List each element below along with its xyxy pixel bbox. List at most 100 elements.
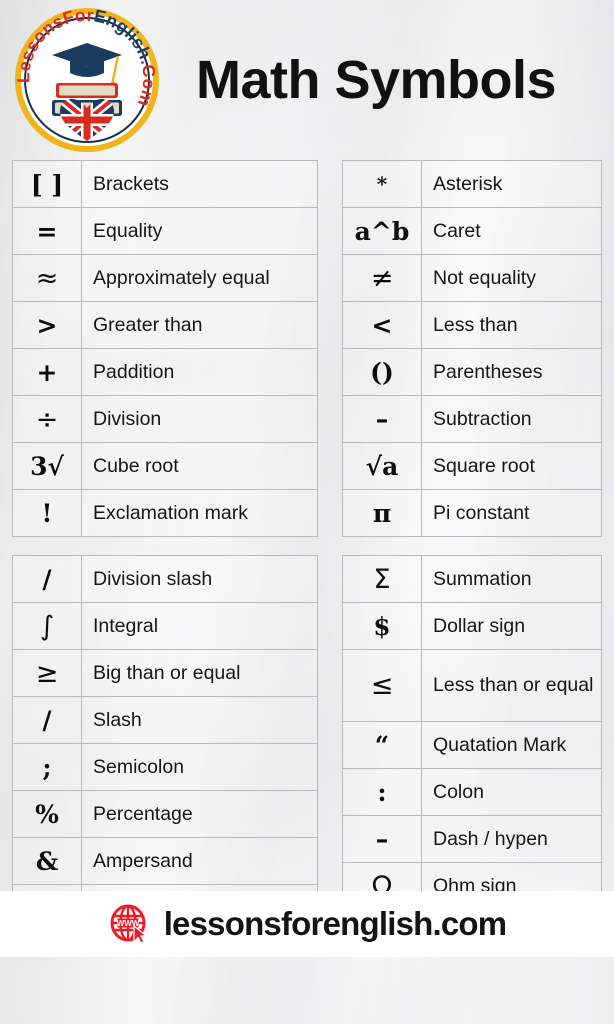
symbol-cell: * — [342, 160, 422, 208]
symbol-cell: – — [342, 815, 422, 863]
symbol-cell: > — [12, 301, 82, 349]
symbol-cell: / — [12, 696, 82, 744]
symbol-description-cell: Paddition — [81, 348, 318, 396]
brand-logo: LessonsForEnglish.Com — [12, 5, 162, 155]
symbol-description-cell: Approximately equal — [81, 254, 318, 302]
footer-site-url: lessonsforenglish.com — [163, 905, 507, 942]
symbol-description-cell: Division — [81, 395, 318, 443]
symbol-description-cell: Asterisk — [421, 160, 602, 208]
symbol-cell: ∫ — [12, 602, 82, 650]
table-section-one-left: [ ] Brackets = Equality ≈ Approximately equal… — [12, 160, 318, 537]
symbol-description-cell: Percentage — [81, 790, 318, 838]
globe-www-text: WWW — [116, 919, 139, 928]
symbol-description-cell: Cube root — [81, 442, 318, 490]
table-row: > Greater than — [12, 301, 318, 349]
symbol-description-cell: Greater than — [81, 301, 318, 349]
table-row: ≥ Big than or equal — [12, 649, 318, 697]
table-row: √a Square root — [342, 442, 602, 490]
table-row: = Equality — [12, 207, 318, 255]
table-row: + Paddition — [12, 348, 318, 396]
symbol-description-cell: Colon — [421, 768, 602, 816]
symbol-cell: + — [12, 348, 82, 396]
page-title: Math Symbols — [195, 50, 557, 110]
symbol-description-cell: Less than — [421, 301, 602, 349]
table-row: – Dash / hypen — [342, 815, 602, 863]
symbol-description-cell: Subtraction — [421, 395, 602, 443]
table-row: ÷ Division — [12, 395, 318, 443]
page-header: LessonsForEnglish.Com Math Symbols — [0, 0, 614, 160]
symbol-cell: < — [342, 301, 422, 349]
table-section-two-left: / Division slash ∫ Integral ≥ Big than or equ… — [12, 555, 318, 932]
symbol-description-cell: Ampersand — [81, 837, 318, 885]
symbol-cell: π — [342, 489, 422, 537]
symbol-cell: ≤ — [342, 649, 422, 722]
table-row: [ ] Brackets — [12, 160, 318, 208]
table-row: ; Semicolon — [12, 743, 318, 791]
symbol-description-cell: Caret — [421, 207, 602, 255]
symbol-cell: ! — [12, 489, 82, 537]
symbol-description-cell: Square root — [421, 442, 602, 490]
symbol-cell: () — [342, 348, 422, 396]
symbol-cell: “ — [342, 721, 422, 769]
table-row: 3√ Cube root — [12, 442, 318, 490]
symbol-description-cell: Dash / hypen — [421, 815, 602, 863]
symbol-description-cell: Semicolon — [81, 743, 318, 791]
page-root: LessonsForEnglish.Com Math Symbols [] B… — [0, 0, 614, 957]
table-row: / Division slash — [12, 555, 318, 603]
symbol-description-cell: Summation — [421, 555, 602, 603]
symbol-cell: a^b — [342, 207, 422, 255]
symbol-description-cell: Slash — [81, 696, 318, 744]
symbol-description-cell: Brackets — [81, 160, 318, 208]
symbol-cell: ; — [12, 743, 82, 791]
table-row: $ Dollar sign — [342, 602, 602, 650]
symbol-description-cell: Equality — [81, 207, 318, 255]
table-row: Σ Summation — [342, 555, 602, 603]
table-row: ≤ Less than or equal — [342, 649, 602, 722]
symbol-cell: % — [12, 790, 82, 838]
globe-cursor-icon: WWW — [108, 902, 152, 946]
table-row: ∫ Integral — [12, 602, 318, 650]
symbol-cell: √a — [342, 442, 422, 490]
symbol-cell: [ ] — [12, 160, 82, 208]
symbol-cell: Σ — [342, 555, 422, 603]
symbol-cell: / — [12, 555, 82, 603]
symbol-cell: & — [12, 837, 82, 885]
table-row: “Quatation Mark — [342, 721, 602, 769]
symbol-description-cell: Pi constant — [421, 489, 602, 537]
page-footer: WWW lessonsforenglish.com — [0, 891, 614, 957]
table-row: () Parentheses — [342, 348, 602, 396]
symbol-description-cell: Less than or equal — [421, 649, 602, 722]
symbol-cell: ≠ — [342, 254, 422, 302]
table-row: * Asterisk — [342, 160, 602, 208]
table-row: a^b Caret — [342, 207, 602, 255]
symbol-cell: ≈ — [12, 254, 82, 302]
symbols-tables-area: [ ] Brackets = Equality ≈ Approximately equal… — [0, 160, 614, 957]
symbol-cell: ÷ — [12, 395, 82, 443]
table-row: ≠ Not equality — [342, 254, 602, 302]
symbol-cell: $ — [342, 602, 422, 650]
section-divider-spacer — [12, 537, 602, 555]
symbol-description-cell: Quatation Mark — [421, 721, 602, 769]
table-row: % Percentage — [12, 790, 318, 838]
table-row: < Less than — [342, 301, 602, 349]
table-section-one-right: * Asterisk a^b Caret ≠ Not equality < Less than… — [342, 160, 602, 537]
table-row: : Colon — [342, 768, 602, 816]
table-row: ! Exclamation mark — [12, 489, 318, 537]
symbol-description-cell: Exclamation mark — [81, 489, 318, 537]
symbol-cell: = — [12, 207, 82, 255]
symbol-description-cell: Big than or equal — [81, 649, 318, 697]
table-row: – Subtraction — [342, 395, 602, 443]
symbol-cell: – — [342, 395, 422, 443]
symbol-cell: 3√ — [12, 442, 82, 490]
symbol-description-cell: Not equality — [421, 254, 602, 302]
table-row: / Slash — [12, 696, 318, 744]
symbol-cell: : — [342, 768, 422, 816]
table-row: ≈ Approximately equal — [12, 254, 318, 302]
table-row: & Ampersand — [12, 837, 318, 885]
symbol-description-cell: Parentheses — [421, 348, 602, 396]
symbol-description-cell: Integral — [81, 602, 318, 650]
table-row: π Pi constant — [342, 489, 602, 537]
symbol-description-cell: Dollar sign — [421, 602, 602, 650]
symbol-cell: ≥ — [12, 649, 82, 697]
symbol-description-cell: Division slash — [81, 555, 318, 603]
